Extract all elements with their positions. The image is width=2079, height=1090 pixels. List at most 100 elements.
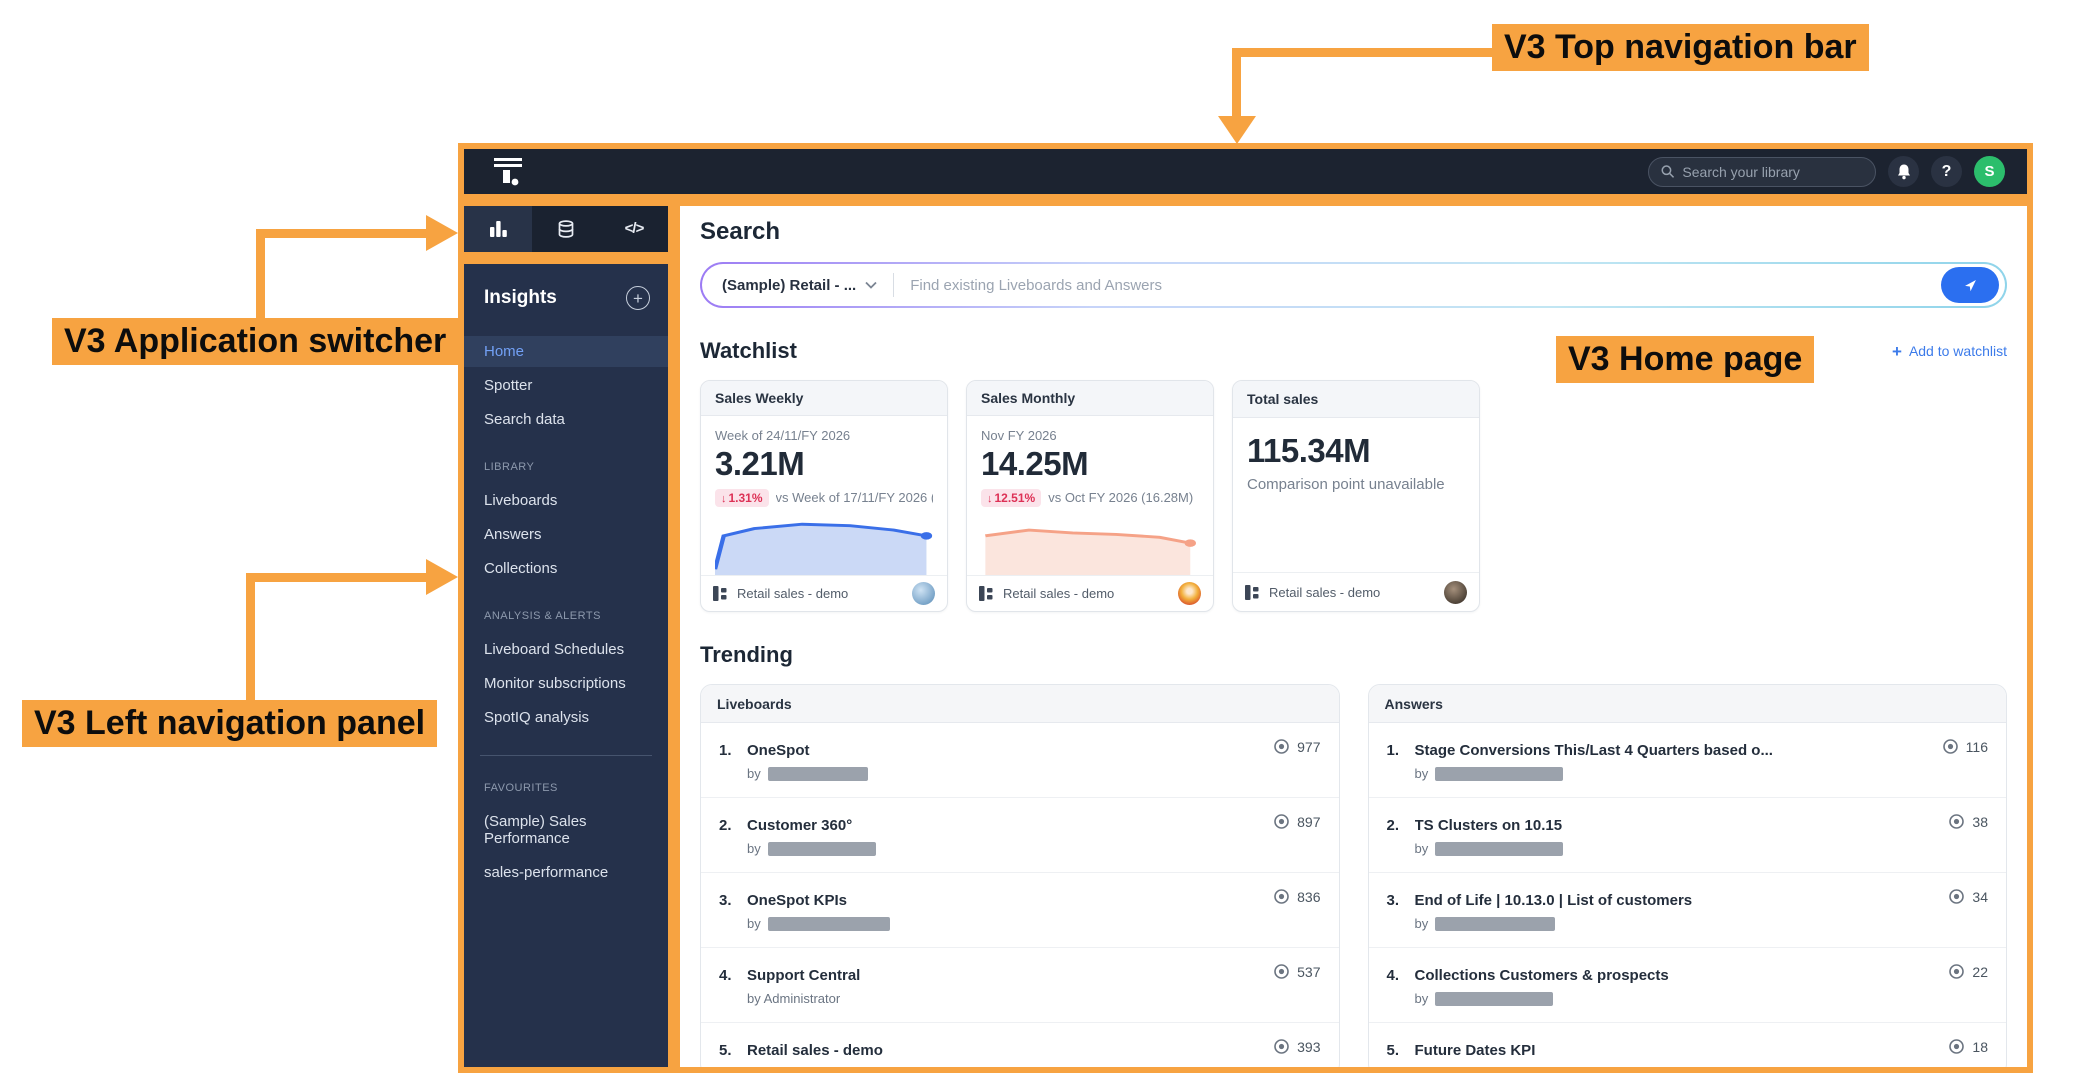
sidebar-item-home[interactable]: Home bbox=[464, 336, 668, 367]
annotation-box-home: Search (Sample) Retail - ... Find existi… bbox=[674, 200, 2033, 1073]
watchlist-card-sales-weekly[interactable]: Sales Weekly Week of 24/11/FY 2026 3.21M… bbox=[700, 380, 948, 612]
trending-heading: Trending bbox=[700, 642, 793, 667]
trending-list-item[interactable]: 2. Customer 360° 897 by bbox=[701, 798, 1339, 873]
watchlist-card-sales-monthly[interactable]: Sales Monthly Nov FY 2026 14.25M 12.51% … bbox=[966, 380, 1214, 612]
annotation-box-topnav: ? S bbox=[458, 143, 2033, 200]
card-title: Total sales bbox=[1233, 381, 1479, 418]
author-avatar bbox=[1178, 581, 1201, 605]
user-avatar[interactable]: S bbox=[1974, 156, 2005, 187]
watchlist-cards: Sales Weekly Week of 24/11/FY 2026 3.21M… bbox=[700, 380, 2007, 612]
redacted-author bbox=[1435, 916, 1556, 931]
sidebar-item-search-data[interactable]: Search data bbox=[464, 404, 668, 435]
library-search-input[interactable] bbox=[1682, 163, 1863, 180]
redacted-author bbox=[1435, 841, 1564, 856]
trending-answers-panel: Answers 1. Stage Conversions This/Last 4… bbox=[1367, 684, 2007, 1067]
trending-list-item[interactable]: 5. Retail sales - demo 393 bbox=[701, 1023, 1339, 1067]
annotation-label-home-page: V3 Home page bbox=[1556, 336, 1815, 383]
delta-badge: 12.51% bbox=[981, 488, 1042, 507]
sidebar-item-spotiq-analysis[interactable]: SpotIQ analysis bbox=[464, 702, 668, 733]
annotation-label-left-nav: V3 Left navigation panel bbox=[22, 700, 438, 747]
trending-list-item[interactable]: 1. OneSpot 977 by bbox=[701, 723, 1339, 798]
annotation-arrow-switcher-v bbox=[256, 229, 265, 318]
view-count: 34 bbox=[1972, 888, 1988, 905]
card-source: Retail sales - demo bbox=[1269, 584, 1381, 600]
view-count: 897 bbox=[1297, 813, 1321, 830]
card-value: 14.25M bbox=[981, 444, 1089, 482]
watchlist-card-total-sales[interactable]: Total sales 115.34M Comparison point una… bbox=[1232, 380, 1480, 612]
eye-icon bbox=[1273, 1038, 1290, 1055]
sparkline-chart bbox=[715, 517, 933, 575]
annotation-label-top-nav: V3 Top navigation bar bbox=[1492, 24, 1869, 71]
help-icon: ? bbox=[1941, 162, 1952, 180]
trending-panels: Liveboards 1. OneSpot 977 by 2. Customer… bbox=[700, 684, 2007, 1067]
card-note: Comparison point unavailable bbox=[1247, 476, 1445, 493]
sidebar-item-spotter[interactable]: Spotter bbox=[464, 370, 668, 401]
panel-title: Liveboards bbox=[701, 685, 1339, 723]
author-avatar bbox=[912, 581, 935, 605]
annotation-arrow-topnav-h bbox=[1232, 48, 1494, 57]
app-tab-data[interactable] bbox=[532, 206, 600, 252]
eye-icon bbox=[1942, 738, 1959, 755]
notifications-button[interactable] bbox=[1888, 156, 1919, 187]
sidebar-item-answers[interactable]: Answers bbox=[464, 519, 668, 550]
view-count: 38 bbox=[1972, 813, 1988, 830]
eye-icon bbox=[1948, 813, 1965, 830]
card-value: 3.21M bbox=[715, 444, 805, 482]
annotation-arrow-switcher-h bbox=[256, 229, 430, 238]
thoughtspot-logo-icon[interactable] bbox=[490, 156, 526, 188]
annotation-arrowhead-leftnav bbox=[426, 559, 458, 595]
plus-icon bbox=[1892, 343, 1902, 360]
datasource-selector[interactable]: (Sample) Retail - ... bbox=[722, 277, 877, 294]
trending-list-item[interactable]: 1. Stage Conversions This/Last 4 Quarter… bbox=[1368, 723, 2006, 798]
library-search-box[interactable] bbox=[1648, 156, 1876, 187]
sparkline-chart bbox=[981, 517, 1199, 575]
code-icon bbox=[625, 220, 644, 238]
redacted-author bbox=[767, 766, 868, 781]
sidebar-item-sample-sales-performance[interactable]: (Sample) Sales Performance bbox=[464, 806, 668, 854]
search-go-button[interactable] bbox=[1941, 267, 1999, 303]
trending-list-item[interactable]: 4. Support Central 537 by Administrator bbox=[701, 948, 1339, 1023]
trending-list-item[interactable]: 3. End of Life | 10.13.0 | List of custo… bbox=[1368, 873, 2006, 948]
watchlist-heading: Watchlist bbox=[700, 338, 797, 363]
trending-list-item[interactable]: 2. TS Clusters on 10.15 38 by bbox=[1368, 798, 2006, 873]
screenshot-stage: ? S bbox=[0, 0, 2079, 1090]
liveboard-icon bbox=[713, 585, 727, 601]
annotation-box-leftnav: Insights + Home Spotter Search data LIBR… bbox=[458, 258, 674, 1073]
trending-list-item[interactable]: 3. OneSpot KPIs 836 by bbox=[701, 873, 1339, 948]
card-title: Sales Weekly bbox=[701, 381, 947, 416]
plus-icon: + bbox=[633, 288, 643, 308]
search-bar: (Sample) Retail - ... bbox=[700, 262, 2007, 308]
annotation-arrow-topnav-v bbox=[1232, 48, 1241, 118]
sidebar-section-library: LIBRARY bbox=[484, 461, 535, 473]
annotation-label-app-switcher: V3 Application switcher bbox=[52, 318, 459, 365]
add-new-button[interactable]: + bbox=[626, 286, 650, 310]
delta-badge: 1.31% bbox=[715, 488, 769, 507]
bell-icon bbox=[1897, 164, 1910, 180]
datasource-label: (Sample) Retail - ... bbox=[722, 276, 857, 294]
help-button[interactable]: ? bbox=[1931, 156, 1962, 187]
sidebar-item-liveboard-schedules[interactable]: Liveboard Schedules bbox=[464, 634, 668, 665]
search-input[interactable] bbox=[910, 276, 1941, 294]
left-navigation-panel: Insights + Home Spotter Search data LIBR… bbox=[464, 264, 668, 1067]
annotation-arrowhead-switcher bbox=[426, 215, 458, 251]
trending-list-item[interactable]: 5. Future Dates KPI 18 bbox=[1369, 1023, 2007, 1067]
search-section-heading: Search bbox=[700, 218, 781, 245]
view-count: 393 bbox=[1297, 1038, 1321, 1055]
liveboard-icon bbox=[1245, 584, 1259, 600]
liveboard-icon bbox=[979, 585, 993, 601]
database-icon bbox=[558, 219, 574, 238]
bar-chart-icon bbox=[489, 221, 507, 237]
home-page: Search (Sample) Retail - ... Find existi… bbox=[680, 206, 2027, 1067]
sidebar-item-liveboards[interactable]: Liveboards bbox=[464, 485, 668, 516]
add-to-watchlist-button[interactable]: Add to watchlist bbox=[1892, 343, 2007, 360]
redacted-author bbox=[1435, 991, 1554, 1006]
sidebar-item-collections[interactable]: Collections bbox=[464, 553, 668, 584]
trending-list-item[interactable]: 4. Collections Customers & prospects 22 … bbox=[1368, 948, 2006, 1023]
sidebar-item-monitor-subscriptions[interactable]: Monitor subscriptions bbox=[464, 668, 668, 699]
app-tab-developer[interactable] bbox=[600, 206, 668, 252]
app-tab-insights[interactable] bbox=[464, 206, 532, 252]
sidebar-section-analysis-alerts: ANALYSIS & ALERTS bbox=[484, 610, 601, 622]
sidebar-item-sales-performance[interactable]: sales-performance bbox=[464, 857, 668, 888]
view-count: 977 bbox=[1297, 738, 1321, 755]
top-navigation-bar: ? S bbox=[464, 149, 2027, 194]
